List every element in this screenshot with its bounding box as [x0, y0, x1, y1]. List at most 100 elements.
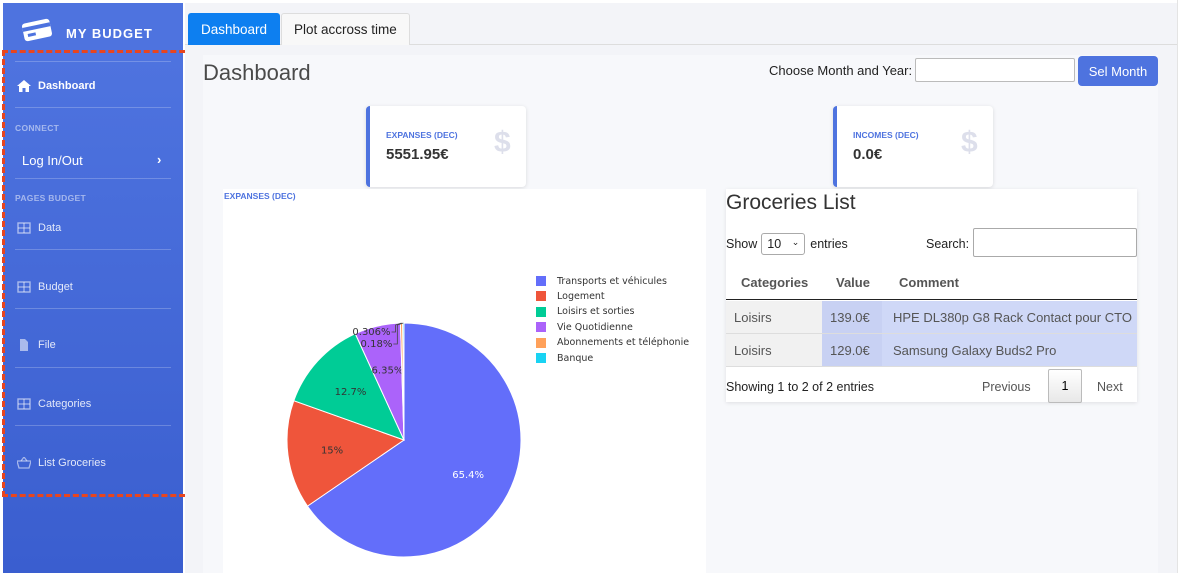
- legend-item[interactable]: Logement: [536, 290, 605, 302]
- sidebar-item-label: List Groceries: [38, 457, 106, 469]
- sidebar-divider: [15, 308, 171, 309]
- page-length-select[interactable]: 10 ⌄: [761, 233, 806, 255]
- sidebar-item-label: Dashboard: [38, 80, 96, 92]
- legend-label: Logement: [557, 290, 605, 302]
- legend-swatch: [536, 353, 546, 363]
- scrollbar-track[interactable]: [1177, 0, 1198, 573]
- legend-label: Abonnements et téléphonie: [557, 337, 690, 349]
- app-root: MY BUDGET Dashboard CONNECT Log In/Out ›…: [0, 0, 1198, 573]
- sidebar-divider: [15, 107, 171, 108]
- groceries-panel: Groceries List Show 10 ⌄ entries Search:…: [726, 189, 1137, 403]
- sidebar-item-label: Budget: [38, 281, 73, 293]
- table-header: Categories Value Comment: [726, 266, 1137, 300]
- sidebar-item-file[interactable]: File: [3, 330, 183, 360]
- incomes-card: INCOMES (DEC) 0.0€ $: [833, 106, 993, 187]
- legend-item[interactable]: Abonnements et téléphonie: [536, 337, 689, 349]
- chevron-right-icon: ›: [157, 152, 162, 167]
- next-page-button[interactable]: Next: [1097, 380, 1123, 394]
- card-title: EXPANSES (DEC): [386, 130, 458, 140]
- sidebar-divider: [15, 178, 171, 179]
- pie-chart-svg: 65.4% 15% 12.7% 6.35% 0.306%0.18%: [286, 322, 522, 558]
- cell-comment: HPE DL380p G8 Rack Contact pour CTO: [882, 301, 1137, 333]
- legend-item[interactable]: Vie Quotidienne: [536, 321, 633, 333]
- legend-item[interactable]: Transports et véhicules: [536, 275, 667, 287]
- sidebar-item-categories[interactable]: Categories: [3, 389, 183, 419]
- legend-label: Loisirs et sorties: [557, 306, 635, 318]
- legend-label: Transports et véhicules: [557, 275, 667, 287]
- sidebar-item-data[interactable]: Data: [3, 213, 183, 243]
- page-title: Dashboard: [203, 60, 311, 85]
- cell-comment: Samsung Galaxy Buds2 Pro: [882, 334, 1137, 366]
- expanses-card: EXPANSES (DEC) 5551.95€ $: [366, 106, 526, 187]
- table-icon: [17, 281, 31, 293]
- cell-category: Loisirs: [726, 334, 822, 366]
- slice-label: 65.4%: [452, 470, 484, 481]
- dashboard-content: Dashboard Choose Month and Year: Sel Mon…: [203, 55, 1158, 573]
- entries-label: entries: [810, 237, 848, 251]
- brand-name: MY BUDGET: [66, 26, 153, 41]
- tab-bar: Dashboard Plot accross time: [185, 7, 1177, 45]
- tab-plot-across-time[interactable]: Plot accross time: [281, 13, 410, 45]
- slice-label: 0.306%: [352, 327, 390, 338]
- cell-value: 129.0€: [822, 334, 882, 366]
- dollar-icon: $: [961, 126, 978, 159]
- column-header-categories[interactable]: Categories: [741, 275, 808, 290]
- file-icon: [20, 339, 28, 351]
- legend-swatch: [536, 276, 546, 286]
- tab-dashboard[interactable]: Dashboard: [188, 13, 281, 45]
- card-value: 5551.95€: [386, 146, 449, 163]
- sidebar-item-budget[interactable]: Budget: [3, 272, 183, 302]
- legend-label: Banque: [557, 352, 594, 364]
- sidebar-item-dashboard[interactable]: Dashboard: [3, 71, 183, 101]
- home-icon: [17, 80, 31, 92]
- column-header-comment[interactable]: Comment: [899, 275, 959, 290]
- sidebar-item-list-groceries[interactable]: List Groceries: [3, 448, 183, 478]
- slice-label: 6.35%: [372, 365, 404, 376]
- page-1-button[interactable]: 1: [1048, 369, 1082, 403]
- table-row[interactable]: Loisirs 129.0€ Samsung Galaxy Buds2 Pro: [726, 334, 1137, 367]
- sidebar-divider: [15, 61, 171, 62]
- column-header-value[interactable]: Value: [836, 275, 870, 290]
- sidebar-divider: [15, 249, 171, 250]
- legend-swatch: [536, 306, 546, 317]
- cell-value: 139.0€: [822, 301, 882, 333]
- groceries-title: Groceries List: [726, 191, 856, 214]
- dollar-icon: $: [494, 126, 511, 159]
- legend-item[interactable]: Banque: [536, 352, 593, 364]
- legend-swatch: [536, 322, 546, 333]
- basket-icon: [17, 457, 31, 469]
- table-info: Showing 1 to 2 of 2 entries: [726, 380, 875, 394]
- sidebar-item-login[interactable]: Log In/Out ›: [3, 147, 183, 175]
- table-icon: [17, 222, 31, 234]
- month-year-input[interactable]: [915, 58, 1075, 82]
- credit-card-icon: [21, 18, 53, 42]
- sidebar-item-label: File: [38, 339, 56, 351]
- search-label: Search:: [926, 237, 970, 251]
- brand[interactable]: MY BUDGET: [3, 3, 183, 61]
- sidebar-item-label: Log In/Out: [22, 153, 83, 168]
- slice-label: 12.7%: [335, 387, 367, 398]
- sidebar: MY BUDGET Dashboard CONNECT Log In/Out ›…: [3, 3, 183, 573]
- sel-month-button[interactable]: Sel Month: [1078, 56, 1158, 86]
- previous-page-button[interactable]: Previous: [982, 380, 1031, 394]
- page-length-value: 10: [767, 237, 782, 251]
- month-picker-label: Choose Month and Year:: [769, 63, 913, 78]
- legend-swatch: [536, 337, 546, 348]
- slice-label: 15%: [321, 445, 343, 456]
- legend-item[interactable]: Loisirs et sorties: [536, 306, 634, 318]
- sidebar-item-label: Categories: [38, 398, 92, 410]
- sidebar-item-label: Data: [38, 222, 62, 234]
- slice-label: 0.18%: [361, 339, 393, 350]
- cell-category: Loisirs: [726, 301, 822, 333]
- sidebar-divider: [15, 367, 171, 368]
- expanses-pie-chart: EXPANSES (DEC) 65.4% 15% 12.7% 6.35% 0.306% 0…: [223, 189, 706, 573]
- sidebar-heading-pages: PAGES BUDGET: [15, 193, 86, 203]
- legend-swatch: [536, 291, 546, 302]
- chevron-down-icon: ⌄: [791, 237, 800, 247]
- table-row[interactable]: Loisirs 139.0€ HPE DL380p G8 Rack Contac…: [726, 301, 1137, 334]
- sidebar-heading-connect: CONNECT: [15, 123, 60, 133]
- table-icon: [17, 398, 31, 410]
- show-label: Show: [726, 237, 758, 251]
- search-input[interactable]: [973, 228, 1137, 257]
- sidebar-divider: [15, 425, 171, 426]
